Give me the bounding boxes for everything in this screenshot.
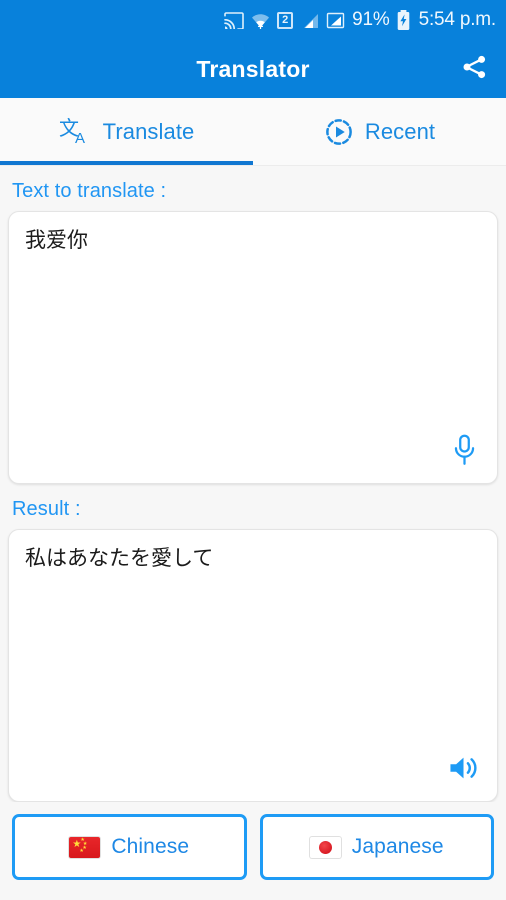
history-icon (324, 117, 354, 147)
share-icon (460, 53, 488, 86)
result-text-output: 私はあなたを愛して (25, 546, 214, 570)
app-screen: 2 91% 5:54 p.m. Translator 文 A Translate… (0, 0, 506, 900)
share-button[interactable] (450, 45, 498, 93)
result-label: Result : (12, 498, 81, 520)
svg-text:A: A (75, 130, 85, 147)
speak-result-button[interactable] (441, 747, 487, 793)
tab-bar: 文 A Translate Recent (0, 98, 506, 166)
microphone-icon (451, 434, 478, 471)
tab-recent[interactable]: Recent (253, 98, 506, 165)
source-label: Text to translate : (12, 180, 167, 202)
result-text-card[interactable]: 私はあなたを愛して (8, 529, 498, 802)
cast-icon (224, 10, 244, 30)
language-selector-bar: ★ ★ ★ ★ ★ Chinese Japanese (0, 802, 506, 900)
target-language-label: Japanese (351, 835, 444, 858)
tab-recent-label: Recent (364, 118, 436, 144)
source-text-card[interactable]: 我爱你 (8, 211, 498, 484)
battery-charging-icon (397, 10, 410, 30)
app-bar: Translator (0, 40, 506, 98)
speaker-icon (448, 753, 480, 788)
signal-icon (300, 10, 319, 30)
flag-japan-icon (309, 836, 341, 858)
sim-icon: 2 (277, 11, 294, 29)
target-language-button[interactable]: Japanese (259, 814, 494, 880)
wifi-icon (251, 10, 270, 30)
source-text-input[interactable]: 我爱你 (9, 212, 497, 268)
tab-translate[interactable]: 文 A Translate (0, 98, 253, 165)
flag-china-icon: ★ ★ ★ ★ ★ (69, 836, 101, 858)
status-bar-clock: 5:54 p.m. (418, 9, 497, 30)
tab-translate-label: Translate (102, 118, 195, 144)
status-bar: 2 91% 5:54 p.m. (0, 0, 506, 40)
active-tab-indicator (0, 161, 253, 165)
signal-alt-icon (326, 10, 345, 30)
translate-icon: 文 A (59, 116, 92, 147)
microphone-button[interactable] (441, 429, 487, 475)
main-content: Text to translate : 我爱你 Result : 私はあなたを愛… (0, 166, 506, 802)
source-language-label: Chinese (111, 835, 190, 858)
source-language-button[interactable]: ★ ★ ★ ★ ★ Chinese (12, 814, 247, 880)
battery-percent-label: 91% (352, 9, 390, 30)
page-title: Translator (196, 55, 310, 82)
